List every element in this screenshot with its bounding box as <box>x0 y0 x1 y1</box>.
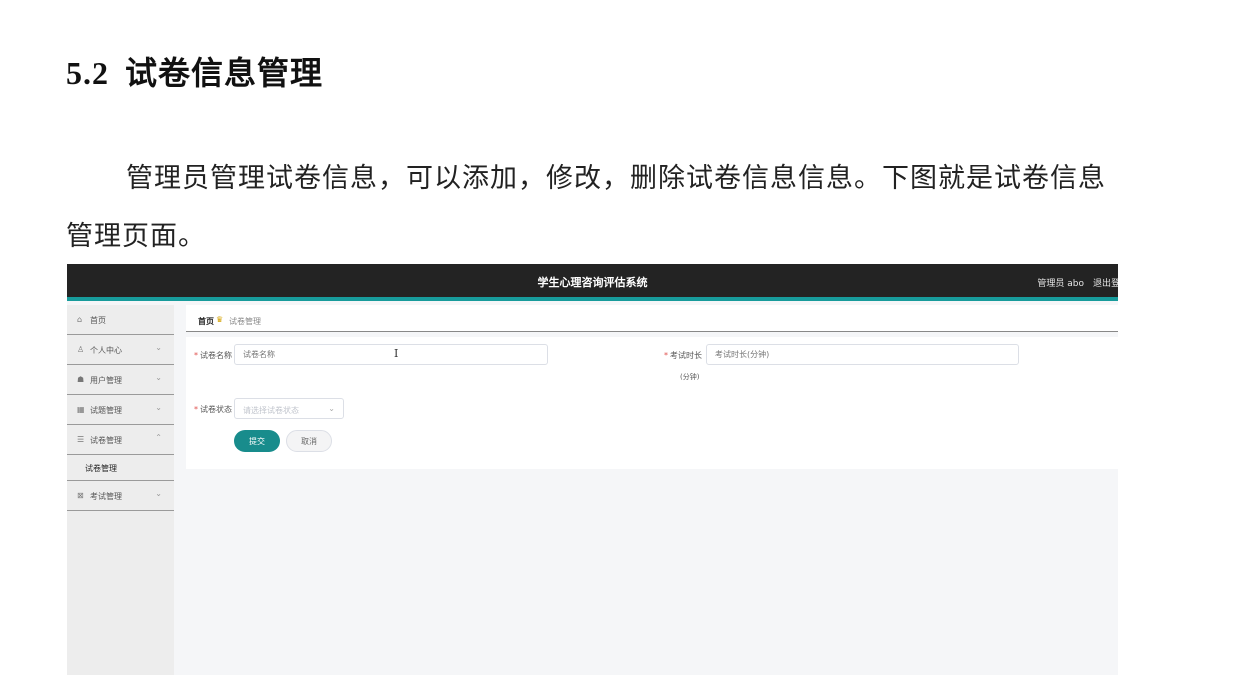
duration-unit: (分钟) <box>680 373 700 381</box>
body-paragraph: 管理员管理试卷信息，可以添加，修改，删除试卷信息信息。下图就是试卷信息管理页面。 <box>66 163 1106 252</box>
crown-icon: ♛ <box>216 315 224 324</box>
breadcrumb-current: 试卷管理 <box>229 317 261 326</box>
required-mark: * <box>194 351 198 360</box>
sidebar: ⌂ 首页 ♙ 个人中心 ⌄ ☗ 用户管理 ⌄ ▦ 试题管理 ⌄ ☰ 试卷管理 ⌃… <box>67 305 174 675</box>
required-mark: * <box>664 351 668 360</box>
cancel-button[interactable]: 取消 <box>286 430 332 452</box>
sidebar-item-label: 考试管理 <box>90 492 122 501</box>
section-number: 5.2 <box>66 55 109 91</box>
section-title: 试卷信息管理 <box>125 54 324 92</box>
status-placeholder: 请选择试卷状态 <box>243 406 299 415</box>
sidebar-item-label: 试卷管理 <box>90 436 122 445</box>
sidebar-item-questions[interactable]: ▦ 试题管理 ⌄ <box>67 395 174 425</box>
sidebar-subitem-label: 试卷管理 <box>85 464 117 473</box>
sidebar-item-home[interactable]: ⌂ 首页 <box>67 305 174 335</box>
breadcrumb: 首页 ♛ 试卷管理 <box>186 305 1118 332</box>
app-title: 学生心理咨询评估系统 <box>537 276 648 289</box>
chevron-down-icon: ⌄ <box>155 403 162 412</box>
group-icon: ☗ <box>77 375 85 384</box>
app-header: 学生心理咨询评估系统 管理员 abo 退出登 <box>67 264 1118 301</box>
sidebar-item-label: 试题管理 <box>90 406 122 415</box>
chevron-down-icon: ⌄ <box>155 343 162 352</box>
chevron-up-icon: ⌃ <box>155 433 162 442</box>
list-icon: ☰ <box>77 435 85 444</box>
status-select[interactable]: 请选择试卷状态 ⌄ <box>234 398 344 419</box>
duration-label: * 考试时长 <box>664 351 702 360</box>
sidebar-item-papers[interactable]: ☰ 试卷管理 ⌃ <box>67 425 174 455</box>
sidebar-item-profile[interactable]: ♙ 个人中心 ⌄ <box>67 335 174 365</box>
grid-icon: ▦ <box>77 405 85 414</box>
required-mark: * <box>194 405 198 414</box>
chevron-down-icon: ⌄ <box>155 373 162 382</box>
paper-name-label: * 试卷名称 <box>194 351 232 360</box>
sidebar-item-exams[interactable]: ⊠ 考试管理 ⌄ <box>67 481 174 511</box>
sidebar-item-label: 首页 <box>90 316 106 325</box>
app-screenshot: 学生心理咨询评估系统 管理员 abo 退出登 ⌂ 首页 ♙ 个人中心 ⌄ ☗ 用… <box>67 264 1118 675</box>
sidebar-item-users[interactable]: ☗ 用户管理 ⌄ <box>67 365 174 395</box>
chevron-down-icon: ⌄ <box>155 489 162 498</box>
text-cursor-icon: I <box>394 347 399 360</box>
chevron-down-icon: ⌄ <box>328 404 335 413</box>
paper-form: *试卷名称 I *考试时长 (分钟) *试卷状态 请选择试卷状态 ⌄ 提交 取消 <box>186 337 1118 469</box>
paper-name-input[interactable] <box>234 344 548 365</box>
duration-input[interactable] <box>706 344 1019 365</box>
section-heading: 5.2 试卷信息管理 <box>66 48 323 94</box>
exam-icon: ⊠ <box>77 491 84 500</box>
sidebar-subitem-papers[interactable]: 试卷管理 <box>67 455 174 481</box>
submit-button[interactable]: 提交 <box>234 430 280 452</box>
user-label[interactable]: 管理员 abo <box>1037 276 1084 289</box>
logout-link[interactable]: 退出登 <box>1093 276 1118 289</box>
sidebar-item-label: 个人中心 <box>90 346 122 355</box>
sidebar-item-label: 用户管理 <box>90 376 122 385</box>
user-icon: ♙ <box>77 345 85 354</box>
home-icon: ⌂ <box>77 315 83 324</box>
status-label: * 试卷状态 <box>194 405 232 414</box>
breadcrumb-home[interactable]: 首页 <box>198 316 214 327</box>
